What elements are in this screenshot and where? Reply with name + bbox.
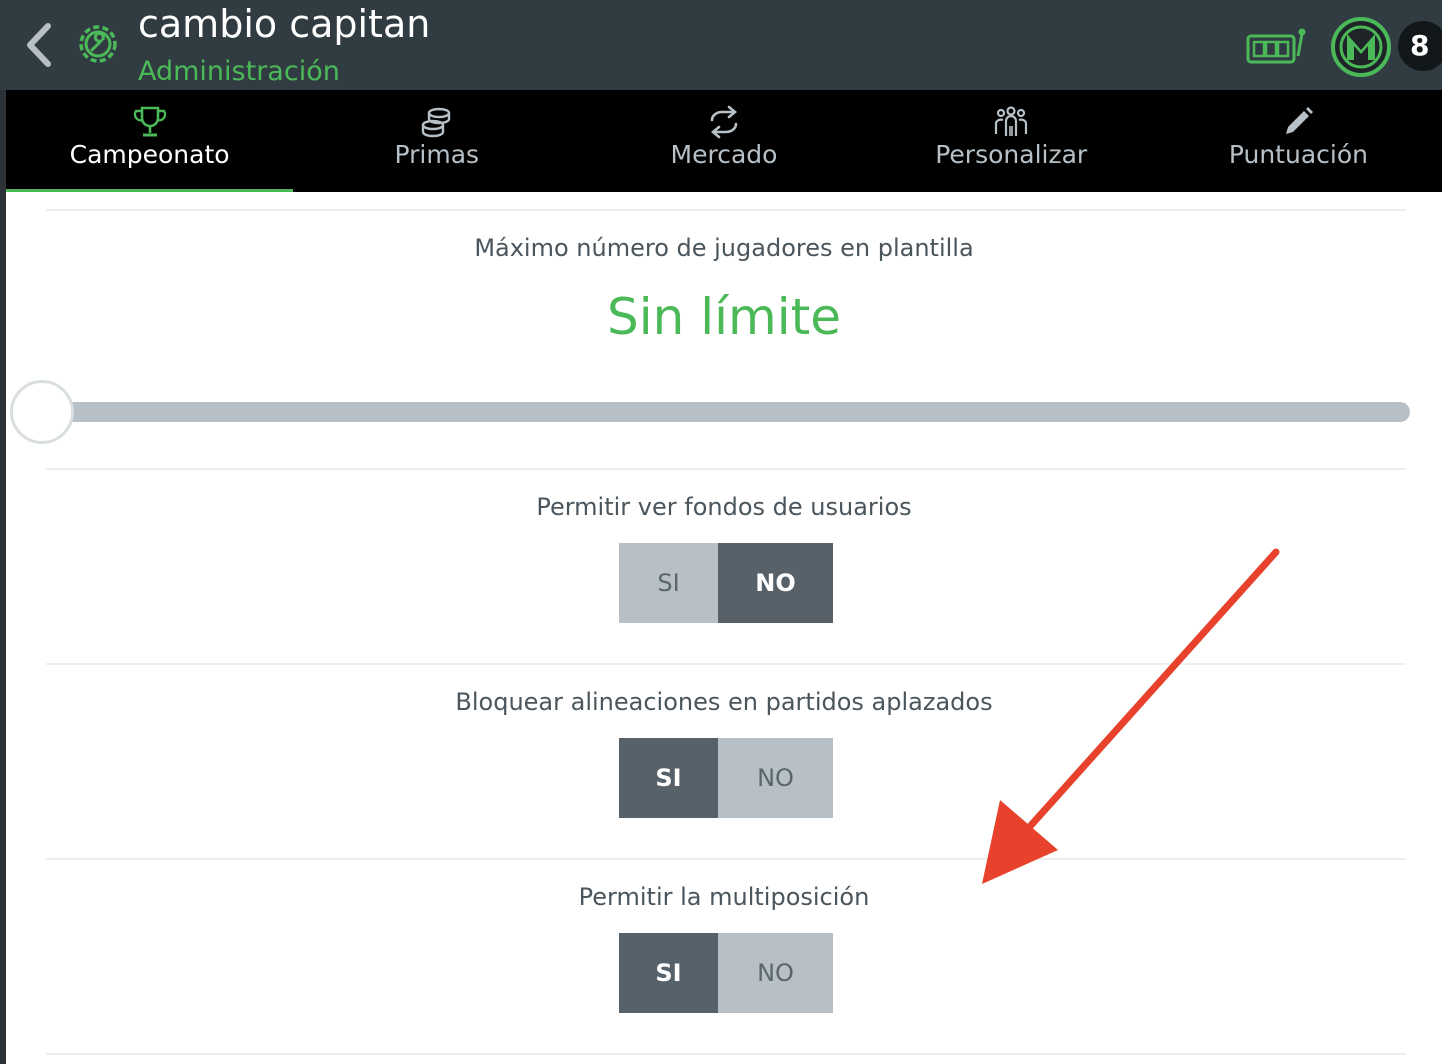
notification-badge[interactable]: 8 xyxy=(1398,21,1442,71)
multiposition-label: Permitir la multiposición xyxy=(578,883,870,911)
view-funds-no-button[interactable]: NO xyxy=(718,543,833,623)
block-lineups-no-button[interactable]: NO xyxy=(718,738,833,818)
tab-label: Personalizar xyxy=(935,140,1088,169)
divider xyxy=(46,663,1406,665)
block-lineups-label: Bloquear alineaciones en partidos aplaza… xyxy=(455,688,993,716)
page-subtitle: Administración xyxy=(138,56,340,87)
tab-label: Mercado xyxy=(670,140,778,169)
view-funds-label: Permitir ver fondos de usuarios xyxy=(536,493,912,521)
multiposition-toggle: SI NO xyxy=(619,933,833,1013)
back-chevron-icon[interactable] xyxy=(18,20,58,70)
divider xyxy=(46,858,1406,860)
tab-mercado[interactable]: Mercado xyxy=(580,90,867,192)
slot-machine-icon[interactable] xyxy=(1246,26,1306,66)
tab-label: Campeonato xyxy=(69,140,230,169)
block-lineups-si-button[interactable]: SI xyxy=(619,738,718,818)
divider xyxy=(46,209,1406,211)
tab-bar: Campeonato Primas Mercado Personalizar P… xyxy=(6,90,1442,192)
tab-primas[interactable]: Primas xyxy=(293,90,580,192)
tab-label: Puntuación xyxy=(1228,140,1368,169)
view-funds-toggle: SI NO xyxy=(619,543,833,623)
multiposition-si-button[interactable]: SI xyxy=(619,933,718,1013)
max-players-value: Sin límite xyxy=(607,288,841,346)
max-players-label: Máximo número de jugadores en plantilla xyxy=(474,234,974,262)
max-players-slider-thumb[interactable] xyxy=(10,380,74,444)
tab-campeonato[interactable]: Campeonato xyxy=(6,90,294,192)
transfer-icon xyxy=(710,105,738,139)
tab-personalizar[interactable]: Personalizar xyxy=(868,90,1155,192)
users-icon xyxy=(995,106,1028,136)
multiposition-no-button[interactable]: NO xyxy=(718,933,833,1013)
settings-panel: Máximo número de jugadores en plantilla … xyxy=(6,192,1442,1064)
divider xyxy=(46,1053,1406,1055)
app-header: cambio capitan Administración 8 xyxy=(0,0,1442,90)
tab-puntuacion[interactable]: Puntuación xyxy=(1155,90,1442,192)
view-funds-si-button[interactable]: SI xyxy=(619,543,718,623)
tab-label: Primas xyxy=(394,140,480,169)
coins-icon xyxy=(421,107,450,138)
divider xyxy=(46,468,1406,470)
gear-wrench-icon xyxy=(79,25,117,63)
block-lineups-toggle: SI NO xyxy=(619,738,833,818)
max-players-slider-track[interactable] xyxy=(46,402,1410,422)
app-logo[interactable] xyxy=(1330,16,1392,78)
pencil-icon xyxy=(1286,107,1314,134)
trophy-icon xyxy=(133,106,166,137)
page-title: cambio capitan xyxy=(138,2,431,46)
